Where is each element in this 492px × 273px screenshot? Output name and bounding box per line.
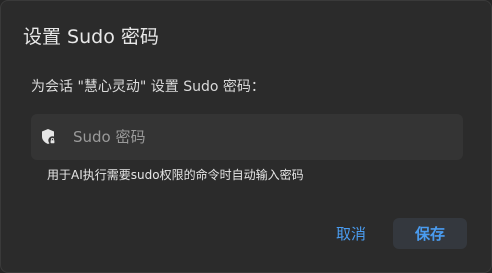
dialog-prompt: 为会话 "慧心灵动" 设置 Sudo 密码： bbox=[31, 79, 265, 95]
shield-lock-icon bbox=[39, 127, 59, 147]
save-button[interactable]: 保存 bbox=[393, 218, 467, 249]
password-hint: 用于AI执行需要sudo权限的命令时自动输入密码 bbox=[47, 168, 304, 182]
sudo-password-input[interactable] bbox=[73, 114, 453, 160]
cancel-button[interactable]: 取消 bbox=[323, 218, 379, 249]
password-field-container[interactable] bbox=[31, 114, 463, 160]
sudo-password-dialog: 设置 Sudo 密码 为会话 "慧心灵动" 设置 Sudo 密码： 用于AI执行… bbox=[0, 0, 492, 273]
dialog-title: 设置 Sudo 密码 bbox=[23, 26, 159, 48]
